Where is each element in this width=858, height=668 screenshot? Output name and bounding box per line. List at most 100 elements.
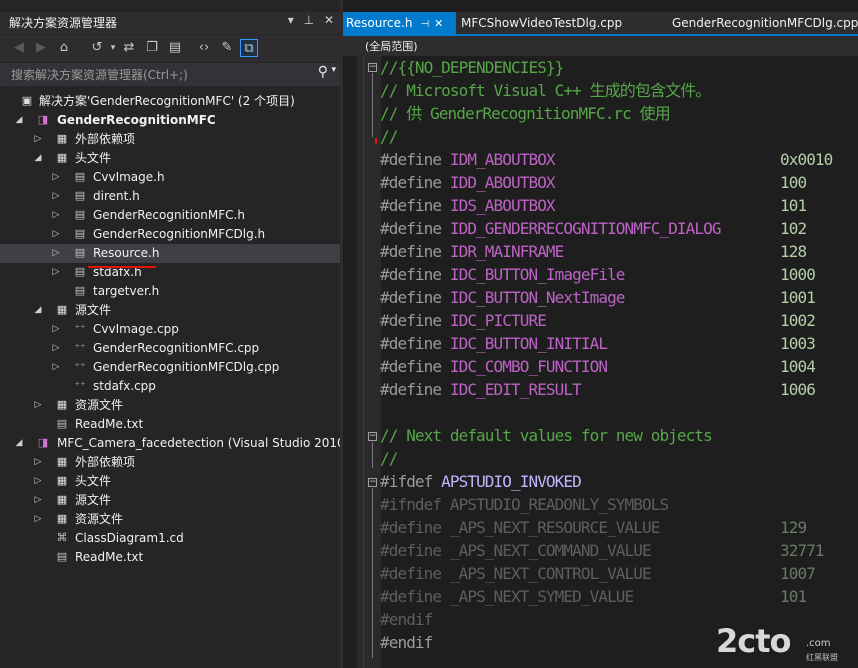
search-icon[interactable]: ⚲ <box>318 64 328 80</box>
properties-icon[interactable]: ✎ <box>218 39 236 57</box>
define-value: 1001 <box>780 288 816 307</box>
fold-guide <box>372 488 373 658</box>
header-file-icon: ▤ <box>74 189 86 202</box>
watermark-logo: 2cto .com 红黑联盟 <box>716 622 856 666</box>
collapsed-arrow-icon[interactable]: ▷ <box>33 472 43 491</box>
code-line: #endif <box>380 610 433 629</box>
collapsed-arrow-icon[interactable]: ▷ <box>51 358 61 377</box>
expanded-arrow-icon[interactable]: ◢ <box>33 301 43 320</box>
preview-selected-icon[interactable]: ⧉ <box>240 39 258 57</box>
expanded-arrow-icon[interactable]: ◢ <box>14 111 24 130</box>
collapsed-arrow-icon[interactable]: ▷ <box>33 453 43 472</box>
solution-explorer-titlebar: 解决方案资源管理器 ▾ ⊥ ✕ <box>0 12 340 34</box>
collapse-icon[interactable]: − <box>368 432 377 441</box>
show-all-files-icon[interactable]: ▤ <box>166 39 184 57</box>
back-icon[interactable]: ◀ <box>10 39 28 57</box>
tree-item-file[interactable]: ▷ ⁺⁺ GenderRecognitionMFC.cpp <box>0 339 340 358</box>
tree-item-external-deps[interactable]: ▷ ▦ 外部依赖项 <box>0 453 340 472</box>
tab-genderrecognitionmfcdlg[interactable]: GenderRecognitionMFCDlg.cpp <box>669 12 858 34</box>
editor-gutter <box>357 56 381 668</box>
collapsed-arrow-icon[interactable]: ▷ <box>51 244 61 263</box>
tree-item-file[interactable]: ▷ ▤ dirent.h <box>0 187 340 206</box>
collapsed-arrow-icon[interactable]: ▷ <box>51 263 61 282</box>
tree-item-source-folder[interactable]: ◢ ▦ 源文件 <box>0 301 340 320</box>
collapse-icon[interactable]: − <box>368 63 377 72</box>
dependencies-icon: ▦ <box>56 132 68 145</box>
tree-item-project[interactable]: ◢ ◨ GenderRecognitionMFC <box>0 111 340 130</box>
expanded-arrow-icon[interactable]: ◢ <box>33 149 43 168</box>
collapsed-arrow-icon[interactable]: ▷ <box>33 510 43 529</box>
sync-icon[interactable]: ⇄ <box>120 39 138 57</box>
pin-icon[interactable]: ⊣ <box>420 19 429 30</box>
tree-item-resource-folder[interactable]: ▷ ▦ 资源文件 <box>0 510 340 529</box>
code-line: #define _APS_NEXT_COMMAND_VALUE <box>380 541 652 560</box>
collapsed-arrow-icon[interactable]: ▷ <box>51 168 61 187</box>
tree-item-file-selected[interactable]: ▷ ▤ Resource.h <box>0 244 340 263</box>
tree-item-source-folder[interactable]: ▷ ▦ 源文件 <box>0 491 340 510</box>
code-line: #define IDC_BUTTON_ImageFile <box>380 265 625 284</box>
code-line: #define IDC_EDIT_RESULT <box>380 380 582 399</box>
tab-resource-h[interactable]: Resource.h ⊣ ✕ <box>343 12 456 34</box>
tree-item-external-deps[interactable]: ▷ ▦ 外部依赖项 <box>0 130 340 149</box>
code-line: // Next default values for new objects <box>380 426 713 445</box>
collapse-icon[interactable]: − <box>368 478 377 487</box>
code-line: #define IDD_GENDERRECOGNITIONMFC_DIALOG <box>380 219 721 238</box>
tree-item-file[interactable]: ▷ ▤ GenderRecognitionMFCDlg.h <box>0 225 340 244</box>
cpp-file-icon: ⁺⁺ <box>74 379 86 392</box>
tree-item-file[interactable]: ▷ ▤ stdafx.h <box>0 263 340 282</box>
close-icon[interactable]: ✕ <box>434 17 443 30</box>
tree-item-solution[interactable]: ▣ 解决方案'GenderRecognitionMFC' (2 个项目) <box>0 92 340 111</box>
cpp-file-icon: ⁺⁺ <box>74 322 86 335</box>
collapsed-arrow-icon[interactable]: ▷ <box>51 206 61 225</box>
tab-mfcshowvideotestdlg[interactable]: MFCShowVideoTestDlg.cpp <box>458 12 622 34</box>
define-value: 128 <box>780 242 807 261</box>
collapsed-arrow-icon[interactable]: ▷ <box>33 396 43 415</box>
collapsed-arrow-icon[interactable]: ▷ <box>33 491 43 510</box>
collapsed-arrow-icon[interactable]: ▷ <box>51 225 61 244</box>
tree-item-file[interactable]: ▷ ▤ GenderRecognitionMFC.h <box>0 206 340 225</box>
tree-item-file[interactable]: ▷ ▤ CvvImage.h <box>0 168 340 187</box>
dependencies-icon: ▦ <box>56 455 68 468</box>
pin-icon[interactable]: ⊥ <box>304 13 314 27</box>
filter-folder-icon: ▦ <box>56 474 68 487</box>
collapsed-arrow-icon[interactable]: ▷ <box>51 339 61 358</box>
code-line: #ifndef APSTUDIO_READONLY_SYMBOLS <box>380 495 669 514</box>
forward-icon[interactable]: ▶ <box>32 39 50 57</box>
tree-item-file[interactable]: ⁺⁺ stdafx.cpp <box>0 377 340 396</box>
search-options-dropdown-icon[interactable]: ▾ <box>331 65 336 75</box>
tree-item-file[interactable]: ⌘ ClassDiagram1.cd <box>0 529 340 548</box>
tree-item-file[interactable]: ▷ ⁺⁺ GenderRecognitionMFCDlg.cpp <box>0 358 340 377</box>
collapse-all-icon[interactable]: ❐ <box>143 39 161 57</box>
code-line: #define IDC_BUTTON_INITIAL <box>380 334 608 353</box>
panel-title: 解决方案资源管理器 <box>9 16 118 30</box>
code-line: #endif <box>380 633 433 652</box>
tree-item-file[interactable]: ▤ targetver.h <box>0 282 340 301</box>
define-value: 101 <box>780 196 807 215</box>
solution-search-box[interactable]: 搜索解决方案资源管理器(Ctrl+;) ⚲ ▾ <box>0 63 340 86</box>
tree-item-project[interactable]: ◢ ◨ MFC_Camera_facedetection (Visual Stu… <box>0 434 350 453</box>
tree-item-resource-folder[interactable]: ▷ ▦ 资源文件 <box>0 396 340 415</box>
header-file-icon: ▤ <box>74 208 86 221</box>
expanded-arrow-icon[interactable]: ◢ <box>14 434 24 453</box>
scope-dropdown[interactable]: (全局范围) <box>365 38 418 54</box>
tree-item-header-folder[interactable]: ◢ ▦ 头文件 <box>0 149 340 168</box>
define-value: 102 <box>780 219 807 238</box>
view-code-icon[interactable]: ‹› <box>195 39 213 57</box>
close-icon[interactable]: ✕ <box>324 13 334 27</box>
window-position-dropdown-icon[interactable]: ▾ <box>288 13 294 27</box>
collapsed-arrow-icon[interactable]: ▷ <box>51 187 61 206</box>
header-file-icon: ▤ <box>74 265 86 278</box>
header-file-icon: ▤ <box>74 170 86 183</box>
collapsed-arrow-icon[interactable]: ▷ <box>51 320 61 339</box>
home-icon[interactable]: ⌂ <box>55 39 73 57</box>
tree-item-file[interactable]: ▷ ⁺⁺ CvvImage.cpp <box>0 320 340 339</box>
tree-item-file[interactable]: ▤ ReadMe.txt <box>0 415 340 434</box>
tree-item-header-folder[interactable]: ▷ ▦ 头文件 <box>0 472 340 491</box>
tree-item-file[interactable]: ▤ ReadMe.txt <box>0 548 340 567</box>
solution-explorer-toolbar: ◀ ▶ ⌂ ↺ ▾ ⇄ ❐ ▤ ‹› ✎ ⧉ <box>0 35 340 62</box>
filter-folder-icon: ▦ <box>56 398 68 411</box>
collapsed-arrow-icon[interactable]: ▷ <box>33 130 43 149</box>
solution-explorer-panel: 解决方案资源管理器 ▾ ⊥ ✕ ◀ ▶ ⌂ ↺ ▾ ⇄ ❐ ▤ ‹› ✎ ⧉ 搜… <box>0 0 350 668</box>
search-input[interactable]: 搜索解决方案资源管理器(Ctrl+;) <box>11 66 188 83</box>
text-file-icon: ▤ <box>56 550 68 563</box>
